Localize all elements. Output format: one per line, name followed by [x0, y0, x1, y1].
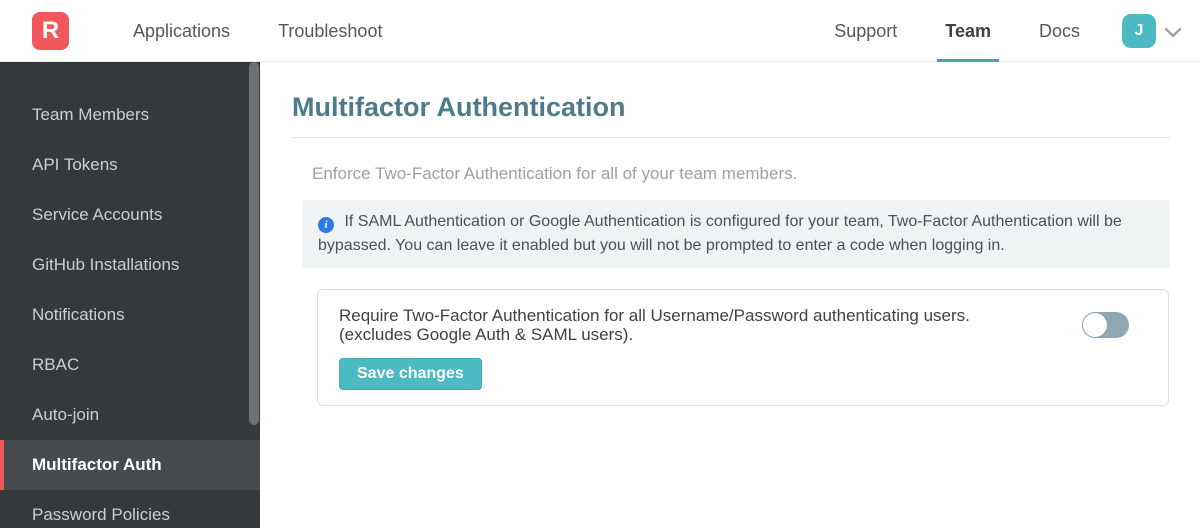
nav-item-applications[interactable]: Applications [109, 0, 254, 62]
sidebar-item-github-installations[interactable]: GitHub Installations [0, 240, 260, 290]
info-note: i If SAML Authentication or Google Authe… [302, 200, 1170, 268]
page-body: Team Members API Tokens Service Accounts… [0, 62, 1200, 528]
setting-label-line1: Require Two-Factor Authentication for al… [339, 306, 970, 325]
sidebar-item-password-policies[interactable]: Password Policies [0, 490, 260, 528]
avatar[interactable]: J [1122, 13, 1156, 48]
logo-letter: R [41, 16, 60, 44]
toggle-knob [1083, 313, 1107, 337]
save-changes-button[interactable]: Save changes [339, 358, 482, 390]
setting-label: Require Two-Factor Authentication for al… [339, 306, 1039, 344]
nav-item-troubleshoot[interactable]: Troubleshoot [254, 0, 406, 62]
settings-sidebar: Team Members API Tokens Service Accounts… [0, 62, 260, 528]
sidebar-item-multifactor-auth[interactable]: Multifactor Auth [0, 440, 260, 490]
sidebar-scrollbar[interactable] [249, 62, 259, 425]
primary-nav: Applications Troubleshoot [109, 0, 406, 62]
info-note-text: If SAML Authentication or Google Authent… [318, 213, 1122, 254]
two-factor-setting-card: Require Two-Factor Authentication for al… [317, 289, 1169, 406]
chevron-down-icon[interactable] [1164, 27, 1182, 39]
sidebar-item-auto-join[interactable]: Auto-join [0, 390, 260, 440]
rollbar-logo[interactable]: R [32, 11, 69, 50]
title-divider [292, 137, 1170, 138]
nav-item-support[interactable]: Support [810, 0, 921, 62]
avatar-initial: J [1134, 21, 1144, 39]
section-description: Enforce Two-Factor Authentication for al… [312, 164, 798, 183]
sidebar-item-team-members[interactable]: Team Members [0, 90, 260, 140]
secondary-nav: Support Team Docs J [810, 0, 1200, 62]
nav-item-team[interactable]: Team [921, 0, 1015, 62]
info-icon-glyph: i [324, 219, 328, 231]
main-content: Multifactor Authentication Enforce Two-F… [260, 62, 1200, 528]
sidebar-item-api-tokens[interactable]: API Tokens [0, 140, 260, 190]
page-title: Multifactor Authentication [292, 92, 626, 122]
info-icon: i [318, 217, 334, 233]
top-navbar: R Applications Troubleshoot Support Team… [0, 0, 1200, 62]
sidebar-item-rbac[interactable]: RBAC [0, 340, 260, 390]
sidebar-item-notifications[interactable]: Notifications [0, 290, 260, 340]
two-factor-toggle[interactable] [1082, 312, 1129, 338]
sidebar-item-service-accounts[interactable]: Service Accounts [0, 190, 260, 240]
setting-label-line2: (excludes Google Auth & SAML users). [339, 325, 634, 344]
nav-item-docs[interactable]: Docs [1015, 0, 1104, 62]
